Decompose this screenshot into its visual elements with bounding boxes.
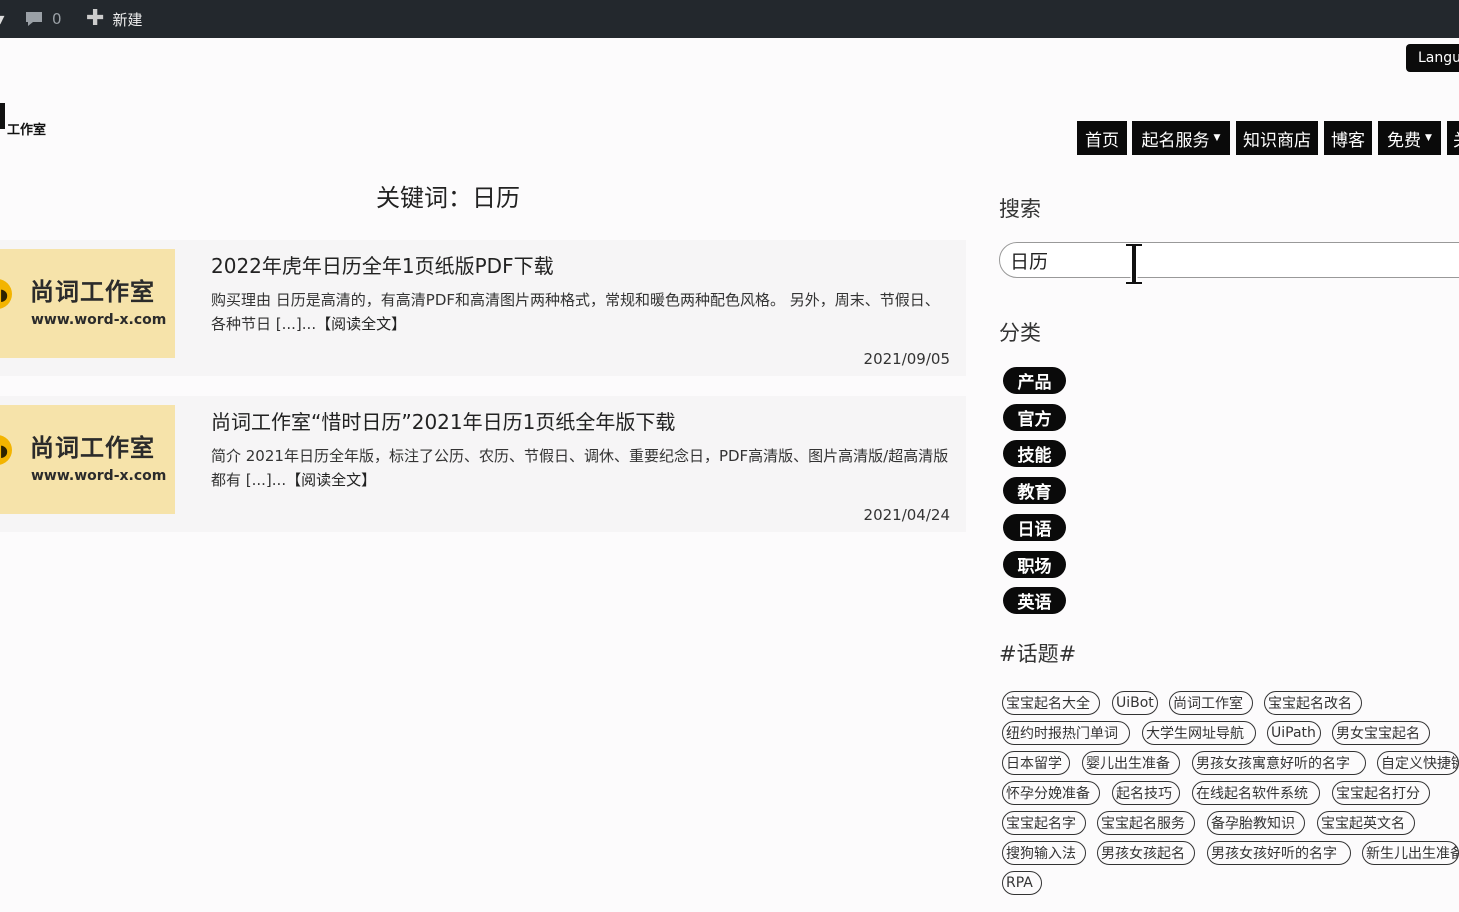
nav-item-about[interactable]: 关 <box>1447 121 1459 155</box>
category-japanese[interactable]: 日语 <box>1003 514 1066 541</box>
nav-label: 起名服务 <box>1141 130 1210 151</box>
tag-link[interactable]: 婴儿出生准备 <box>1082 751 1180 775</box>
post-title-link[interactable]: 尚词工作室“惜时日历”2021年日历1页纸全年版下载 <box>211 406 675 435</box>
language-button[interactable]: Langu <box>1406 44 1459 72</box>
tag-link[interactable]: 宝宝起名改名 <box>1264 691 1362 715</box>
page-title: 关键词：日历 <box>376 184 520 212</box>
post-title-link[interactable]: 2022年虎年日历全年1页纸版PDF下载 <box>211 250 554 279</box>
tag-link[interactable]: 日本留学 <box>1002 751 1070 775</box>
nav-item-naming-service[interactable]: 起名服务 ▼ <box>1132 121 1230 155</box>
category-english[interactable]: 英语 <box>1003 587 1066 614</box>
category-career[interactable]: 职场 <box>1003 551 1066 578</box>
tag-link[interactable]: 纽约时报热门单词 <box>1002 721 1130 745</box>
post-date: 2021/04/24 <box>863 506 950 524</box>
category-skills[interactable]: 技能 <box>1003 440 1066 467</box>
tag-link[interactable]: 自定义快捷键 <box>1377 751 1459 775</box>
tag-link[interactable]: 起名技巧 <box>1112 781 1180 805</box>
tag-link[interactable]: 备孕胎教知识 <box>1207 811 1305 835</box>
new-content-link[interactable]: ✚ 新建 <box>86 0 142 38</box>
category-education[interactable]: 教育 <box>1003 477 1066 504</box>
read-more-link[interactable]: 【阅读全文】 <box>286 471 376 489</box>
thumbnail-url: www.word-x.com <box>31 312 167 328</box>
tag-link[interactable]: 宝宝起名服务 <box>1097 811 1195 835</box>
logo-text[interactable]: 工作室 <box>7 119 46 138</box>
comment-icon <box>24 9 44 29</box>
post-thumbnail[interactable]: ◗ 尚词工作室 www.word-x.com <box>0 405 175 514</box>
search-input-value: 日历 <box>1010 250 1049 273</box>
category-official[interactable]: 官方 <box>1003 404 1066 431</box>
caret-down-icon: ▼ <box>1213 133 1221 143</box>
tag-link[interactable]: 宝宝起名大全 <box>1002 691 1100 715</box>
tag-link[interactable]: UiBot <box>1112 691 1158 715</box>
nav-label: 关 <box>1453 126 1459 151</box>
post-date: 2021/09/05 <box>863 350 950 368</box>
post-item: ◗ 尚词工作室 www.word-x.com 尚词工作室“惜时日历”2021年日… <box>0 396 966 532</box>
nav-label: 免费 <box>1387 130 1422 151</box>
logo-coin-icon: ◗ <box>0 435 12 465</box>
caret-down-icon: ▼ <box>1425 133 1432 143</box>
search-input[interactable]: 日历 <box>999 242 1459 278</box>
tag-link[interactable]: 搜狗输入法 <box>1002 841 1086 865</box>
topics-heading: #话题# <box>999 642 1077 666</box>
plus-icon: ✚ <box>86 6 105 31</box>
nav-item-knowledge-store[interactable]: 知识商店 <box>1236 121 1318 155</box>
nav-label: 知识商店 <box>1243 130 1311 151</box>
text-cursor-icon <box>1126 243 1142 285</box>
post-excerpt: 购买理由 日历是高清的，有高清PDF和高清图片两种格式，常规和暖色两种配色风格。… <box>211 288 951 336</box>
comments-link[interactable]: 0 <box>24 0 62 38</box>
nav-label: 博客 <box>1331 130 1365 151</box>
nav-item-blog[interactable]: 博客 <box>1324 121 1372 155</box>
tag-link[interactable]: UiPath <box>1267 721 1321 745</box>
tag-link[interactable]: 宝宝起名字 <box>1002 811 1086 835</box>
category-product[interactable]: 产品 <box>1003 367 1066 394</box>
tag-link[interactable]: 大学生网址导航 <box>1142 721 1256 745</box>
new-label: 新建 <box>112 10 143 29</box>
nav-item-free[interactable]: 免费 ▼ <box>1378 121 1441 155</box>
thumbnail-brand: 尚词工作室 <box>30 278 155 306</box>
tag-link[interactable]: 新生儿出生准备 <box>1362 841 1459 865</box>
thumbnail-url: www.word-x.com <box>31 468 167 484</box>
caret-down-icon[interactable]: ▼ <box>0 0 4 38</box>
nav-label: 首页 <box>1085 130 1119 151</box>
tag-link[interactable]: 宝宝起名打分 <box>1332 781 1430 805</box>
post-thumbnail[interactable]: ◗ 尚词工作室 www.word-x.com <box>0 249 175 358</box>
thumbnail-brand: 尚词工作室 <box>30 434 155 462</box>
admin-bar: ▼ 0 ✚ 新建 <box>0 0 1459 38</box>
tag-link[interactable]: 在线起名软件系统 <box>1192 781 1320 805</box>
tag-link[interactable]: 男孩女孩寓意好听的名字 <box>1192 751 1366 775</box>
categories-heading: 分类 <box>999 321 1041 345</box>
tag-link[interactable]: 男孩女孩好听的名字 <box>1207 841 1351 865</box>
tag-link[interactable]: 男女宝宝起名 <box>1332 721 1430 745</box>
post-excerpt: 简介 2021年日历全年版，标注了公历、农历、节假日、调休、重要纪念日，PDF高… <box>211 444 951 492</box>
comment-count: 0 <box>52 10 62 28</box>
logo-coin-icon: ◗ <box>0 279 12 309</box>
search-heading: 搜索 <box>999 197 1041 221</box>
tag-link[interactable]: 怀孕分娩准备 <box>1002 781 1100 805</box>
tag-link[interactable]: 尚词工作室 <box>1169 691 1253 715</box>
read-more-link[interactable]: 【阅读全文】 <box>316 315 406 333</box>
logo-mark[interactable] <box>0 103 5 129</box>
post-item: ◗ 尚词工作室 www.word-x.com 2022年虎年日历全年1页纸版PD… <box>0 240 966 376</box>
tag-link[interactable]: RPA <box>1002 871 1042 895</box>
tag-link[interactable]: 宝宝起英文名 <box>1317 811 1415 835</box>
nav-item-home[interactable]: 首页 <box>1077 121 1127 155</box>
tag-link[interactable]: 男孩女孩起名 <box>1097 841 1195 865</box>
